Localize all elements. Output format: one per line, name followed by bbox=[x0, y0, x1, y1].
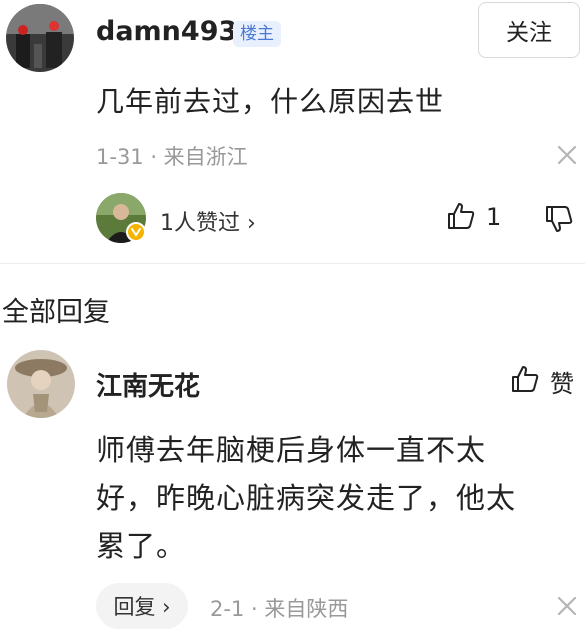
owner-badge: 楼主 bbox=[233, 21, 281, 47]
poster-username[interactable]: damn493 bbox=[96, 16, 237, 47]
verified-badge-icon bbox=[126, 222, 146, 242]
reply-content-line-3: 累了。 bbox=[96, 529, 187, 563]
close-icon[interactable] bbox=[556, 144, 578, 166]
replier-avatar[interactable] bbox=[7, 350, 75, 418]
reply-button[interactable]: 回复 › bbox=[96, 583, 188, 629]
poster-avatar[interactable] bbox=[6, 4, 74, 72]
reply-content-line-2: 好，昨晚心脏病突发走了，他太 bbox=[96, 481, 517, 515]
close-icon[interactable] bbox=[556, 595, 578, 617]
follow-button[interactable]: 关注 bbox=[478, 2, 580, 58]
all-replies-title: 全部回复 bbox=[2, 297, 110, 328]
thumbs-up-icon[interactable] bbox=[446, 201, 476, 231]
thumbs-up-icon[interactable] bbox=[510, 364, 540, 394]
reply-like-label[interactable]: 赞 bbox=[550, 364, 574, 399]
post-meta: 1-31 · 来自浙江 bbox=[96, 145, 248, 169]
reply-meta: 2-1 · 来自陕西 bbox=[210, 597, 349, 621]
section-divider bbox=[0, 263, 585, 264]
replier-username[interactable]: 江南无花 bbox=[96, 366, 200, 403]
reply-content-line-1: 师傅去年脑梗后身体一直不太 bbox=[96, 433, 487, 467]
like-count: 1 bbox=[486, 203, 502, 231]
thumbs-down-icon[interactable] bbox=[544, 204, 574, 234]
likers-link[interactable]: 1人赞过 › bbox=[160, 205, 256, 237]
post-content: 几年前去过，什么原因去世 bbox=[96, 85, 445, 118]
